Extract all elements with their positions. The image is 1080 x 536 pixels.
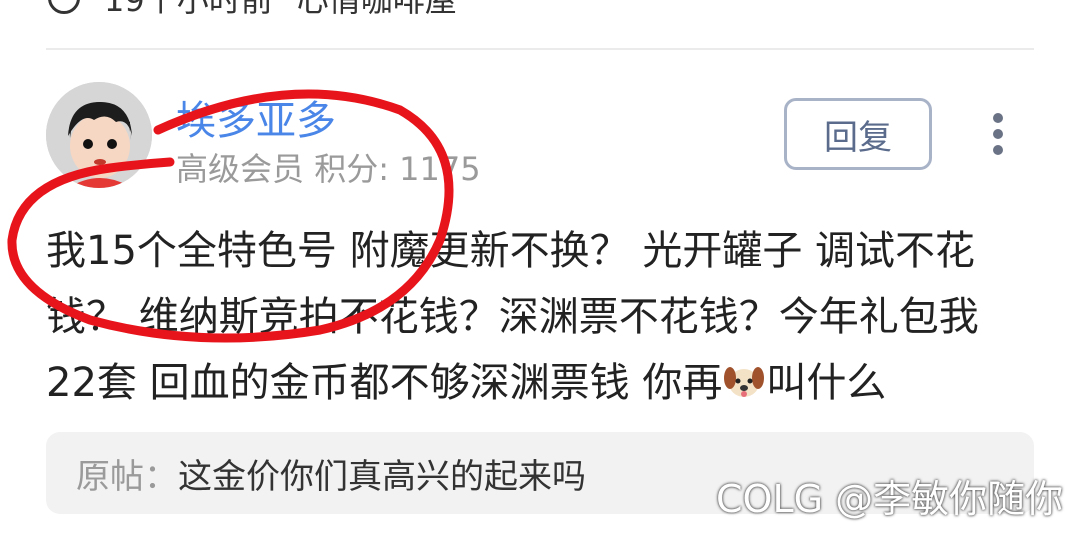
quote-text: 这金价你们真高兴的起来吗 (178, 456, 586, 497)
watermark: COLG @李敏你随你 (716, 477, 1064, 521)
comment-text-line-1: 我15个全特色号 附魔更新不换？ 光开罐子 调试不花 (46, 228, 976, 274)
comment-text-line-2: 钱？ 维纳斯竞拍不花钱？深渊票不花钱？今年礼包我 (46, 294, 979, 340)
member-level: 高级会员 (176, 150, 305, 188)
reply-button[interactable]: 回复 (784, 98, 932, 170)
points-label: 积分: (314, 150, 389, 188)
user-meta: 高级会员 积分: 1175 (176, 144, 481, 190)
previous-post-meta: 19个小时前 心情咖啡屋 (48, 0, 457, 21)
comment-text-line-3b: 叫什么 (766, 360, 887, 406)
avatar[interactable] (46, 82, 152, 188)
dog-emoji-icon (724, 367, 765, 397)
more-options-icon[interactable] (986, 112, 1010, 156)
comment-text-line-3a: 22套 回血的金币都不够深渊票钱 你再 (46, 360, 723, 406)
comment-text: 我15个全特色号 附魔更新不换？ 光开罐子 调试不花 钱？ 维纳斯竞拍不花钱？深… (46, 218, 1036, 416)
points-value: 1175 (399, 150, 481, 188)
previous-post-time: 19个小时前 (104, 0, 273, 19)
divider (46, 48, 1034, 50)
clock-icon (48, 0, 80, 14)
previous-post-source[interactable]: 心情咖啡屋 (297, 0, 457, 21)
username[interactable]: 埃多亚多 (176, 88, 336, 146)
quote-label: 原帖： (76, 456, 178, 497)
